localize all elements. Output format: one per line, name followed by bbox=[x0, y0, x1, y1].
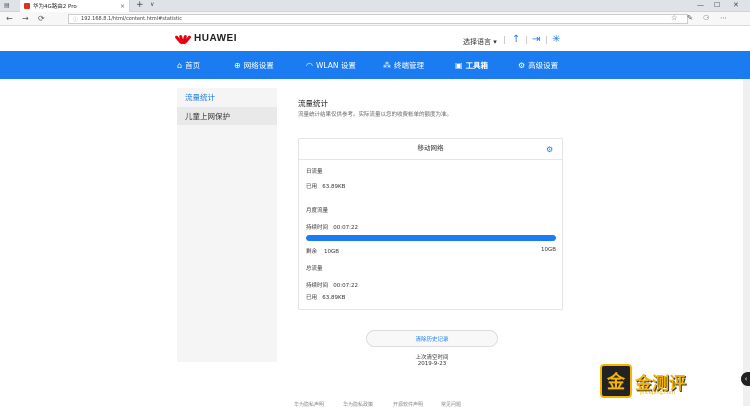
footer-link-privacy-statement[interactable]: 华为隐私声明 bbox=[294, 401, 324, 408]
monthly-total-label: 10GB bbox=[541, 247, 557, 253]
tab-menu-icon[interactable]: ∨ bbox=[150, 1, 154, 8]
back-icon[interactable]: ← bbox=[6, 14, 13, 23]
nav-device-management[interactable]: ⁂ 终端管理 bbox=[383, 60, 424, 71]
total-duration-label: 持续时间 bbox=[306, 283, 329, 289]
monthly-traffic-heading: 月度流量 bbox=[306, 208, 329, 214]
wifi-icon: ◠ bbox=[306, 61, 313, 70]
nav-home[interactable]: ⌂ 首页 bbox=[177, 60, 200, 71]
monthly-usage-bar bbox=[306, 235, 556, 241]
update-icon[interactable]: ↑ bbox=[512, 34, 520, 45]
gear-icon[interactable]: ⚙ bbox=[546, 145, 553, 154]
last-cleared-label: 上次清空时间 bbox=[415, 355, 449, 361]
new-tab-icon[interactable]: + bbox=[136, 0, 144, 10]
browser-tab-bar: ▤ 华为4G路由2 Pro × + ∨ — ☐ ✕ bbox=[0, 0, 750, 12]
nav-label: 高级设置 bbox=[528, 61, 559, 70]
globe-icon: ⊕ bbox=[234, 61, 241, 70]
huawei-flower-icon bbox=[174, 34, 192, 44]
watermark-subtext: jinceping.com bbox=[640, 390, 675, 396]
toolbox-icon: ▣ bbox=[455, 61, 463, 70]
info-icon: ⓘ bbox=[73, 16, 79, 23]
total-used-row: 已用 63.89KB bbox=[306, 293, 345, 301]
footer-link-privacy-policy[interactable]: 华为隐私政策 bbox=[343, 401, 373, 408]
share-icon[interactable]: ⚆ bbox=[703, 14, 709, 22]
nav-label: 网络设置 bbox=[243, 61, 274, 70]
devices-icon: ⁂ bbox=[383, 61, 391, 70]
header-divider bbox=[546, 36, 547, 44]
card-title: 移动网络 bbox=[417, 144, 444, 152]
maximize-icon[interactable]: ☐ bbox=[714, 1, 720, 9]
url-text: 192.168.8.1/html/content.html#statistic bbox=[81, 16, 182, 22]
tab-close-icon[interactable]: × bbox=[120, 3, 125, 10]
huawei-favicon-icon bbox=[24, 3, 30, 9]
refresh-icon[interactable]: ⟳ bbox=[38, 14, 45, 23]
window-close-icon[interactable]: ✕ bbox=[733, 1, 739, 9]
loading-icon: ✳ bbox=[552, 34, 561, 45]
settings-icon: ⚙ bbox=[518, 61, 526, 70]
nav-label: 工具箱 bbox=[465, 61, 489, 70]
daily-used-value: 63.89KB bbox=[322, 184, 346, 190]
total-duration-value: 00:07:22 bbox=[333, 283, 358, 289]
nav-advanced-settings[interactable]: ⚙ 高级设置 bbox=[518, 60, 558, 71]
browser-tab[interactable]: 华为4G路由2 Pro × bbox=[20, 0, 130, 12]
forward-icon[interactable]: → bbox=[22, 14, 29, 23]
more-icon[interactable]: ⋯ bbox=[720, 14, 727, 22]
nav-toolbox[interactable]: ▣ 工具箱 bbox=[455, 60, 488, 71]
total-used-label: 已用 bbox=[306, 295, 318, 301]
sidebar-item-label: 儿童上网保护 bbox=[185, 111, 230, 121]
sidebar-item-label: 流量统计 bbox=[185, 92, 215, 102]
language-select[interactable]: 选择语言 ▾ bbox=[463, 37, 497, 47]
monthly-remaining-label: 剩余 bbox=[306, 249, 318, 255]
footer-link-open-source[interactable]: 开源软件声明 bbox=[393, 401, 423, 408]
monthly-remaining-value: 10GB bbox=[324, 249, 340, 255]
watermark-logo: 金 金测评 jinceping.com bbox=[600, 364, 686, 398]
monthly-duration-value: 00:07:22 bbox=[333, 225, 358, 231]
url-field[interactable]: ⓘ 192.168.8.1/html/content.html#statisti… bbox=[68, 14, 688, 24]
nav-label: WLAN 设置 bbox=[315, 61, 356, 70]
tab-title: 华为4G路由2 Pro bbox=[33, 4, 77, 10]
logout-icon[interactable]: ⇥ bbox=[532, 34, 540, 45]
last-cleared-date: 2019-9-23 bbox=[417, 361, 447, 367]
clear-history-button[interactable]: 清除历史记录 bbox=[366, 330, 498, 347]
side-collapse-button[interactable]: ‹ bbox=[741, 372, 750, 386]
page-scrollbar[interactable] bbox=[743, 26, 750, 406]
watermark-badge: 金 bbox=[600, 364, 632, 398]
total-traffic-heading: 总流量 bbox=[306, 266, 323, 272]
sidebar-item-parental-control[interactable]: 儿童上网保护 bbox=[177, 107, 277, 125]
sidebar-item-traffic-statistics[interactable]: 流量统计 bbox=[177, 88, 277, 106]
monthly-duration-row: 持续时间 00:07:22 bbox=[306, 223, 358, 231]
home-icon: ⌂ bbox=[177, 61, 183, 70]
daily-used-label: 已用 bbox=[306, 184, 318, 190]
pen-icon[interactable]: ✎ bbox=[687, 14, 693, 22]
nav-network-settings[interactable]: ⊕ 网络设置 bbox=[234, 60, 274, 71]
minimize-icon[interactable]: — bbox=[697, 1, 704, 9]
monthly-remaining-row: 剩余 10GB bbox=[306, 247, 339, 255]
total-duration-row: 持续时间 00:07:22 bbox=[306, 281, 358, 289]
sidebar bbox=[177, 88, 277, 362]
address-bar-row: ← → ⟳ ⓘ 192.168.8.1/html/content.html#st… bbox=[0, 12, 750, 26]
header-divider bbox=[526, 36, 527, 44]
total-used-value: 63.89KB bbox=[322, 295, 346, 301]
main-nav bbox=[0, 51, 750, 79]
site-header bbox=[0, 26, 750, 51]
card-divider bbox=[298, 159, 563, 160]
nav-label: 首页 bbox=[185, 61, 201, 70]
daily-used-row: 已用 63.89KB bbox=[306, 182, 345, 190]
nav-wlan-settings[interactable]: ◠ WLAN 设置 bbox=[306, 60, 356, 71]
brand-name: HUAWEI bbox=[194, 33, 237, 44]
daily-traffic-heading: 日流量 bbox=[306, 169, 323, 175]
huawei-logo[interactable]: HUAWEI bbox=[174, 33, 237, 44]
nav-label: 终端管理 bbox=[394, 61, 424, 70]
monthly-duration-label: 持续时间 bbox=[306, 225, 329, 231]
footer-link-faq[interactable]: 常见问题 bbox=[441, 401, 461, 408]
page-description: 流量统计结果仅供参考。实际流量以您的收费帐单的额度为准。 bbox=[298, 112, 453, 118]
page-title: 流量统计 bbox=[298, 99, 328, 108]
favorite-star-icon[interactable]: ☆ bbox=[671, 14, 677, 22]
tab-list-icon[interactable]: ▤ bbox=[4, 2, 10, 9]
header-divider bbox=[504, 36, 505, 44]
